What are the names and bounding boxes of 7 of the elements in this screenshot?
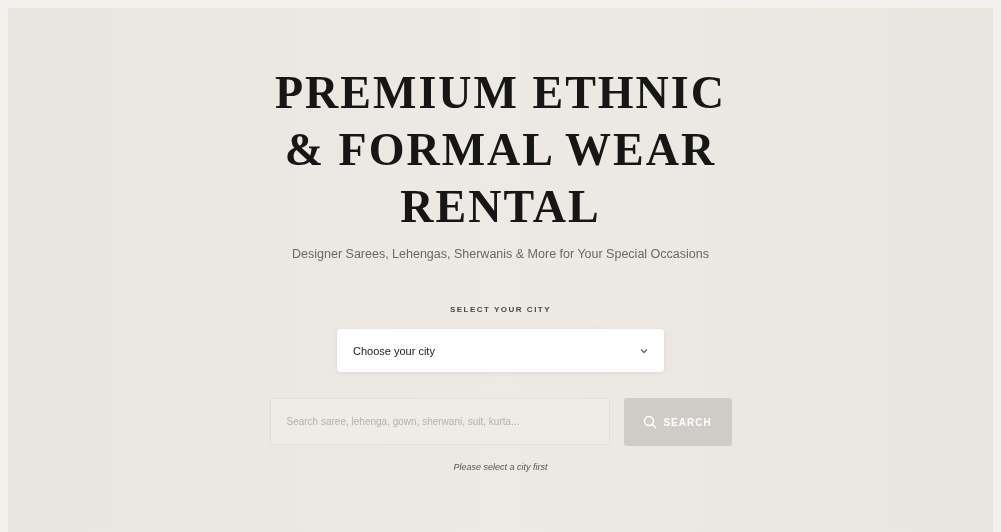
chevron-down-icon (640, 347, 648, 354)
search-icon (643, 415, 658, 429)
hero-subtitle: Designer Sarees, Lehengas, Sherwanis & More for Your Special Occasions (292, 247, 709, 261)
city-dropdown[interactable]: Choose your city (337, 329, 664, 372)
city-label: SELECT YOUR CITY (449, 305, 552, 314)
hero-title: PREMIUM ETHNIC & FORMAL WEAR RENTAL (274, 66, 727, 234)
hint-text: Please select a city first (453, 462, 548, 472)
